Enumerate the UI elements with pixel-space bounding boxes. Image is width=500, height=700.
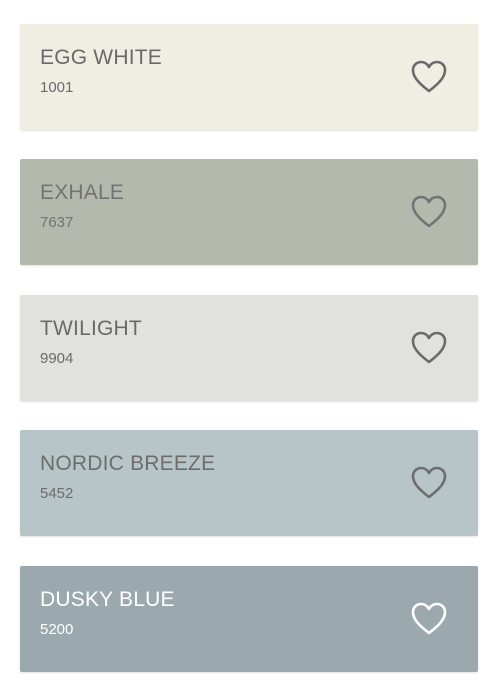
heart-outline-icon [411,466,447,499]
color-code: 7637 [40,214,74,231]
color-name: EXHALE [40,181,125,204]
heart-outline-icon [411,60,447,93]
heart-outline-icon [411,602,447,635]
color-list: EGG WHITE 1001 EXHALE 7637 TWILIGHT 9904… [0,0,500,700]
favorite-button[interactable] [410,601,448,637]
color-name: TWILIGHT [40,317,142,340]
heart-outline-icon [411,331,447,364]
color-card-twilight[interactable]: TWILIGHT 9904 [20,295,478,401]
color-code: 5200 [40,621,74,638]
color-code: 1001 [40,79,74,96]
color-code: 9904 [40,350,74,367]
color-card-nordic-breeze[interactable]: NORDIC BREEZE 5452 [20,430,478,536]
favorite-button[interactable] [410,465,448,501]
color-card-dusky-blue[interactable]: DUSKY BLUE 5200 [20,566,478,672]
favorite-button[interactable] [410,194,448,230]
color-name: EGG WHITE [40,46,162,69]
color-code: 5452 [40,485,74,502]
color-name: NORDIC BREEZE [40,452,216,475]
color-card-egg-white[interactable]: EGG WHITE 1001 [20,24,478,130]
heart-outline-icon [411,195,447,228]
color-card-exhale[interactable]: EXHALE 7637 [20,159,478,265]
color-name: DUSKY BLUE [40,588,175,611]
favorite-button[interactable] [410,59,448,95]
favorite-button[interactable] [410,330,448,366]
